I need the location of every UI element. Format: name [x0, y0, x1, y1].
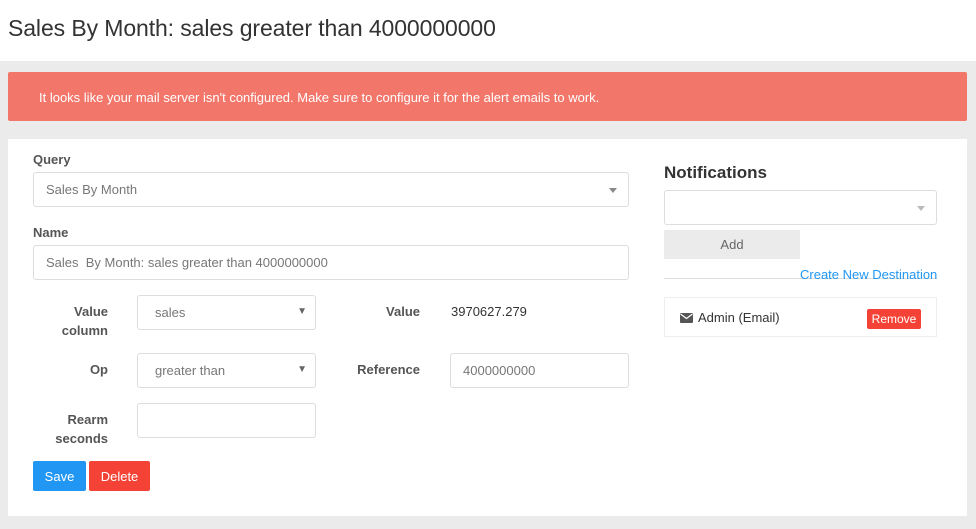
value-column-label: Value column — [48, 304, 108, 338]
chevron-down-icon: ▼ — [297, 306, 307, 317]
reference-input[interactable]: 4000000000 — [450, 353, 629, 388]
value-column-select[interactable]: sales ▼ — [137, 295, 316, 330]
op-label: Op — [89, 362, 108, 377]
rearm-label-line2: seconds — [55, 431, 108, 446]
remove-destination-button[interactable]: Remove — [867, 309, 921, 329]
page-title: Sales By Month: sales greater than 40000… — [8, 15, 496, 41]
query-select[interactable]: Sales By Month — [33, 172, 629, 207]
destination-name: Admin (Email) — [698, 310, 780, 325]
page-header: Sales By Month: sales greater than 40000… — [0, 0, 976, 61]
chevron-down-icon — [917, 206, 925, 211]
destination-label: Admin (Email) — [680, 310, 780, 325]
current-value: 3970627.279 — [451, 304, 527, 319]
name-input[interactable]: Sales By Month: sales greater than 40000… — [33, 245, 629, 280]
list-item: Admin (Email) Remove — [664, 297, 937, 337]
envelope-icon — [680, 312, 693, 323]
alert-form-panel: Query Sales By Month Name Sales By Month… — [8, 139, 967, 516]
value-column-label-line1: Value — [74, 304, 108, 319]
mail-server-alert: It looks like your mail server isn't con… — [8, 72, 967, 121]
notifications-title: Notifications — [664, 163, 767, 182]
add-destination-button[interactable]: Add — [664, 230, 800, 259]
reference-input-value: 4000000000 — [463, 363, 536, 378]
create-new-destination-link[interactable]: Create New Destination — [800, 267, 937, 282]
query-label: Query — [33, 152, 71, 167]
rearm-seconds-label: Rearm seconds — [48, 412, 108, 446]
op-select[interactable]: greater than ▼ — [137, 353, 316, 388]
name-input-value: Sales By Month: sales greater than 40000… — [46, 255, 328, 270]
query-select-value: Sales By Month — [46, 182, 138, 197]
destination-select[interactable] — [664, 190, 937, 225]
value-column-select-value: sales — [155, 305, 186, 320]
chevron-down-icon — [609, 188, 617, 193]
save-button[interactable]: Save — [33, 461, 86, 491]
name-label: Name — [33, 225, 69, 240]
value-label: Value — [386, 304, 420, 319]
op-select-value: greater than — [155, 363, 226, 378]
rearm-seconds-input[interactable] — [137, 403, 316, 438]
value-column-label-line2: column — [61, 323, 108, 338]
reference-label: Reference — [357, 362, 420, 377]
delete-button[interactable]: Delete — [89, 461, 150, 491]
rearm-label-line1: Rearm — [67, 412, 108, 427]
chevron-down-icon: ▼ — [297, 364, 307, 375]
